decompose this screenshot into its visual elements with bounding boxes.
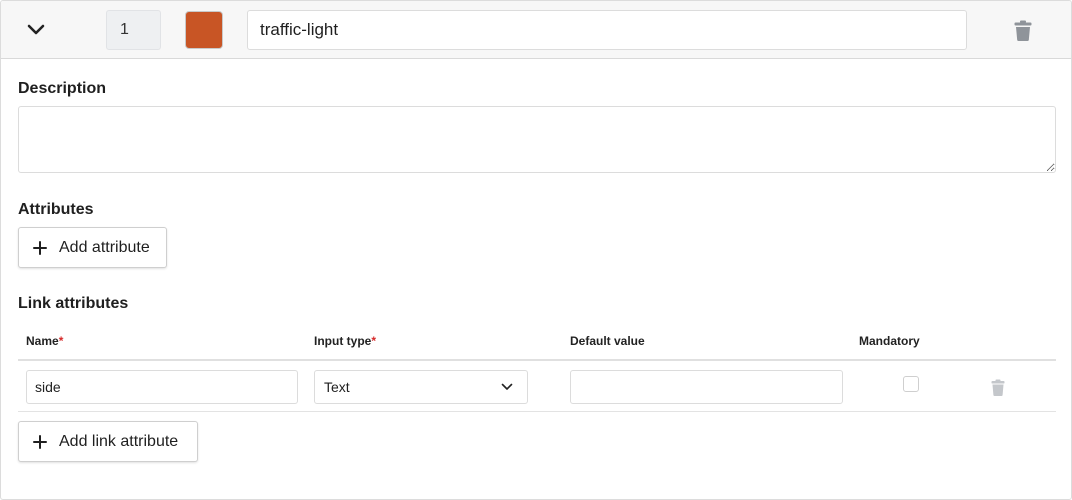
column-header-input-type-label: Input type [314,334,372,348]
required-marker: * [58,334,64,348]
description-field[interactable] [18,106,1056,173]
default-value-input[interactable] [570,370,843,404]
trash-icon [991,379,1005,396]
column-header-default-value: Default value [570,334,645,348]
link-attributes-label: Link attributes [18,295,129,312]
add-attribute-button[interactable]: Add attribute [18,227,167,268]
add-attribute-label: Add attribute [59,238,150,256]
chevron-down-icon [27,24,45,35]
input-type-selected: Text [324,379,350,395]
column-header-name: Name* [26,334,63,348]
plus-icon [33,240,47,255]
order-number[interactable]: 1 [106,10,161,50]
plus-icon [33,434,47,449]
description-label: Description [18,80,107,97]
chevron-down-icon [501,383,513,390]
label-header: 1 [1,1,1071,59]
table-row-divider [18,411,1056,412]
label-name-input[interactable] [247,10,967,50]
label-editor-card: 1 Description Attributes Add attribute L… [0,0,1072,500]
delete-label-button[interactable] [1014,20,1032,41]
link-attribute-name-input[interactable] [26,370,298,404]
required-marker: * [371,334,376,348]
column-header-name-label: Name [26,334,59,348]
column-header-input-type: Input type* [314,334,376,348]
delete-link-attribute-button[interactable] [991,379,1005,396]
mandatory-checkbox[interactable] [903,376,919,392]
collapse-button[interactable] [25,19,47,41]
table-header-divider [18,359,1056,361]
attributes-label: Attributes [18,201,94,218]
color-swatch[interactable] [185,11,223,49]
column-header-mandatory: Mandatory [859,334,920,348]
add-link-attribute-button[interactable]: Add link attribute [18,421,198,462]
trash-icon [1014,20,1032,41]
input-type-select[interactable]: Text [314,370,528,404]
add-link-attribute-label: Add link attribute [59,432,179,450]
